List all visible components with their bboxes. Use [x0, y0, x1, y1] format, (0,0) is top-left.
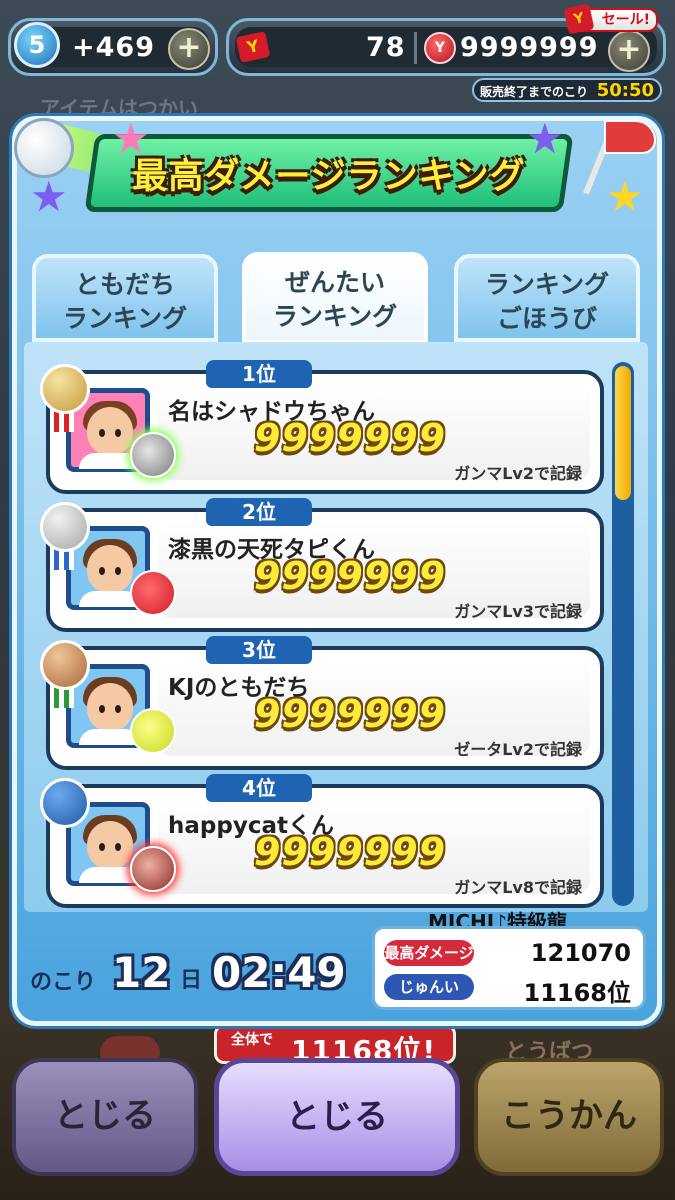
yokai-icon	[130, 708, 176, 754]
record-detail: ガンマLv8で記録	[454, 878, 582, 897]
sale-timer-label: 販売終了までのこり	[480, 85, 589, 99]
record-detail: ゼータLv2で記録	[454, 740, 582, 759]
record-detail: ガンマLv3で記録	[454, 602, 582, 621]
ranking-row[interactable]: 1位 名はシャドウちゃん 9999999 ガンマLv2で記録	[40, 360, 604, 494]
scrollbar-thumb[interactable]	[615, 366, 631, 500]
tab-label-line1: ランキング	[484, 270, 610, 299]
tab-label-line2: ランキング	[272, 302, 398, 331]
rank-label: 4位	[206, 774, 312, 802]
page-title: 最高ダメージランキング	[132, 157, 526, 197]
bronze-medal-icon	[40, 640, 90, 690]
flag-icon	[604, 120, 656, 154]
coin-icon: Y	[424, 32, 456, 64]
player-score: 9999999	[254, 416, 447, 460]
remaining-day-unit: 日	[180, 968, 203, 993]
spirit-level-badge: 5	[14, 22, 60, 68]
background-close-button: とじる	[12, 1058, 198, 1176]
sale-timer: 販売終了までのこり 50:50	[472, 78, 662, 102]
yokai-icon	[130, 570, 176, 616]
comet-icon	[14, 118, 74, 178]
currency-divider	[414, 32, 417, 64]
player-score: 9999999	[254, 830, 447, 874]
remaining-time: 02:49	[212, 948, 346, 997]
remaining-days: 12	[112, 948, 171, 997]
tab-overall-ranking[interactable]: ぜんたい ランキング	[242, 252, 428, 344]
yokai-icon	[130, 432, 176, 478]
close-button[interactable]: とじる	[214, 1058, 460, 1176]
player-score: 9999999	[254, 692, 447, 736]
silver-medal-icon	[40, 502, 90, 552]
tab-label-line1: ともだち	[74, 270, 175, 299]
purple-star-icon: ★	[30, 172, 68, 221]
tab-label-line1: ぜんたい	[284, 268, 385, 297]
ticket-count: 78	[366, 32, 406, 63]
tab-label-line2: ごほうび	[496, 304, 597, 333]
rank-label: 2位	[206, 498, 312, 526]
remaining-label: のこり	[30, 970, 97, 995]
exchange-button: こうかん	[474, 1058, 664, 1176]
ranking-row[interactable]: 4位 happycatくん 9999999 ガンマLv8で記録	[40, 774, 604, 908]
sale-ticket-icon: Y	[563, 3, 595, 35]
player-score: 9999999	[254, 554, 447, 598]
my-rank-label: じゅんい	[384, 974, 474, 1000]
coin-count: 9999999	[460, 32, 599, 63]
yokai-icon	[130, 846, 176, 892]
pink-star-icon: ★	[112, 114, 150, 163]
yellow-star-icon: ★	[606, 172, 644, 221]
add-coin-button[interactable]: +	[608, 30, 650, 72]
tab-ranking-rewards[interactable]: ランキング ごほうび	[454, 254, 640, 342]
background-banner-small: 全体で	[231, 1032, 273, 1048]
sale-timer-value: 50:50	[596, 80, 654, 101]
ranking-row[interactable]: 3位 KJのともだち 9999999 ゼータLv2で記録	[40, 636, 604, 770]
purple-star-icon-right: ★	[526, 114, 564, 163]
best-damage-value: 121070	[530, 939, 631, 967]
tab-friend-ranking[interactable]: ともだち ランキング	[32, 254, 218, 342]
blue-medal-icon	[40, 778, 90, 828]
my-rank-value: 11168位	[523, 979, 632, 1007]
rank-label: 1位	[206, 360, 312, 388]
spirit-count: +469	[72, 32, 155, 63]
gold-medal-icon	[40, 364, 90, 414]
ranking-row[interactable]: 2位 漆黒の天死タピくん 9999999 ガンマLv3で記録	[40, 498, 604, 632]
add-spirit-button[interactable]: +	[168, 28, 210, 70]
rank-label: 3位	[206, 636, 312, 664]
tab-label-line2: ランキング	[62, 304, 188, 333]
best-damage-label: 最高ダメージ	[384, 940, 474, 966]
record-detail: ガンマLv2で記録	[454, 464, 582, 483]
